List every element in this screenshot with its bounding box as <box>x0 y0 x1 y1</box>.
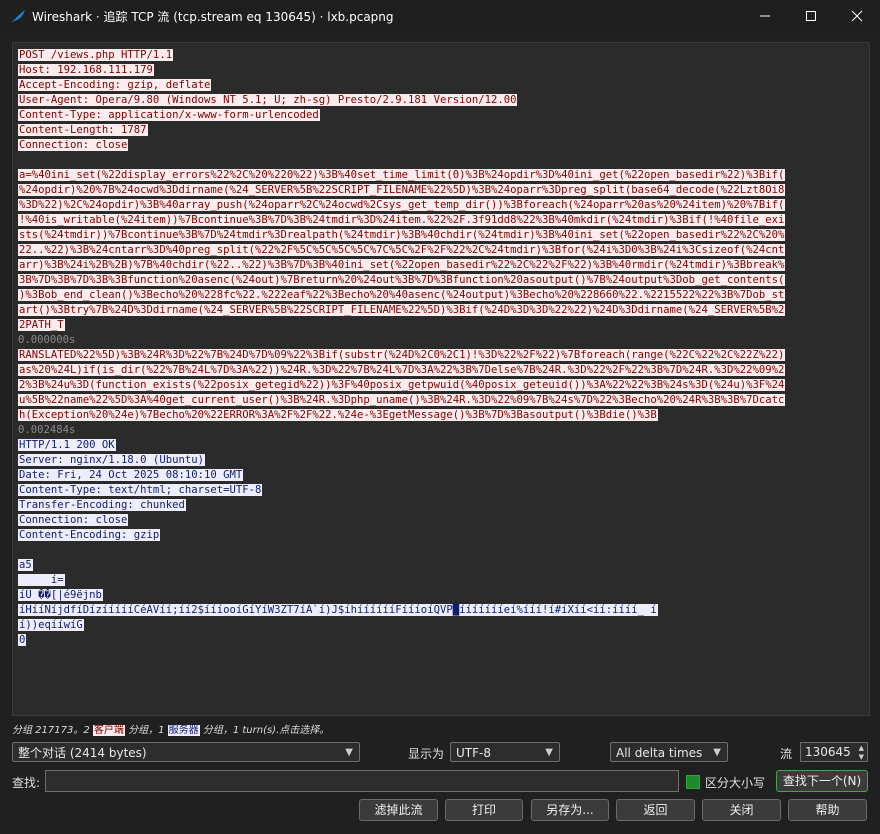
maximize-icon <box>805 10 817 22</box>
client-line: %24opdir)%20%7B%24ocwd%3Ddirname(%24_SER… <box>18 183 860 198</box>
conversation-select[interactable]: 整个对话 (2414 bytes) ▼ <box>12 742 360 762</box>
server-line: Content-Type: text/html; charset=UTF-8 <box>18 483 860 498</box>
find-label: 查找: <box>12 774 40 791</box>
client-line: as%20%24L)if(is_dir(%22%7B%24L%7D%3A%22)… <box>18 363 860 378</box>
print-button[interactable]: 打印 <box>445 799 523 821</box>
client-line: u%5B%22name%22%5D%3A%40get_current_user(… <box>18 393 860 408</box>
case-sensitive-checkbox[interactable] <box>686 775 700 789</box>
close-window-button[interactable] <box>834 0 880 32</box>
server-line: Content-Encoding: gzip <box>18 528 860 543</box>
find-input[interactable] <box>45 770 679 792</box>
show-as-select[interactable]: UTF-8 ▼ <box>450 742 560 762</box>
chevron-down-icon: ▼ <box>345 743 353 763</box>
help-button[interactable]: 帮助 <box>788 799 867 821</box>
filter-out-button[interactable]: 滤掉此流 <box>359 799 438 821</box>
server-line: a5 <box>18 558 860 573</box>
client-line: Content-Length: 1787 <box>18 123 860 138</box>
server-line: Date: Fri, 24 Oct 2025 08:10:10 GMT <box>18 468 860 483</box>
client-line: User-Agent: Opera/9.80 (Windows NT 5.1; … <box>18 93 860 108</box>
server-line: íÛ ��[|é9ëjnb <box>18 588 860 603</box>
chevron-down-icon: ▼ <box>545 743 553 763</box>
delta-times-select[interactable]: All delta times ▼ <box>610 742 728 762</box>
server-response-block: HTTP/1.1 200 OK Server: nginx/1.18.0 (Ubu… <box>18 438 860 543</box>
back-button[interactable]: 返回 <box>616 799 695 821</box>
server-line: í))eqííwíG <box>18 618 860 633</box>
client-line: arr)%3B%24i%2B%2B)%7B%40chdir(%22..%22)%… <box>18 258 860 273</box>
minimize-icon <box>759 10 771 22</box>
client-line: h(Exception%20%24e)%7Becho%20%22ERROR%3A… <box>18 408 860 423</box>
server-line: 0 <box>18 633 860 648</box>
client-line: Connection: close <box>18 138 860 153</box>
stream-lines: POST /views.php HTTP/1.1 Host: 192.168.11… <box>18 48 860 648</box>
server-tag[interactable]: 服务器 <box>168 725 200 736</box>
find-next-button[interactable]: 查找下一个(N) <box>776 770 868 792</box>
server-line: Server: nginx/1.18.0 (Ubuntu) <box>18 453 860 468</box>
spin-up-icon[interactable]: ▲ <box>859 744 864 752</box>
close-button[interactable]: 关闭 <box>702 799 781 821</box>
client-line: !%40is_writable(%24item))%7Bcontinue%3B%… <box>18 213 860 228</box>
show-as-label: 显示为 <box>408 745 444 762</box>
server-body-block: a5  í= íÛ ��[|é9ëjnb íHííNíjdfíDízíí… <box>18 558 860 648</box>
chevron-down-icon: ▼ <box>713 743 721 763</box>
client-line: 22..%22)%3B%24cntarr%3D%40preg_split(%22… <box>18 243 860 258</box>
client-line: Host: 192.168.111.179 <box>18 63 860 78</box>
server-line: Connection: close <box>18 513 860 528</box>
server-line:  í= <box>18 573 860 588</box>
stream-number-spinbox[interactable]: 130645 ▲ ▼ <box>800 742 868 762</box>
client-line: %3D%22)%2C%24opdir)%3B%40array_push(%24o… <box>18 198 860 213</box>
wireshark-fin-icon <box>10 8 26 24</box>
client-line: 2%3B%24u%3D(function_exists(%22posix_get… <box>18 378 860 393</box>
client-line: )%3Bob_end_clean()%3Becho%20%228fc%22.%2… <box>18 288 860 303</box>
client-line: RANSLATED%22%5D)%3B%24R%3D%22%7B%24D%7D%… <box>18 348 860 363</box>
client-line: 2PATH_T <box>18 318 860 333</box>
packet-summary: 分组 217173。2 客户端 分组，1 服务器 分组，1 turn(s).点击… <box>12 721 329 736</box>
client-body-block-2: RANSLATED%22%5D)%3B%24R%3D%22%7B%24D%7D%… <box>18 348 860 423</box>
client-line: Accept-Encoding: gzip, deflate <box>18 78 860 93</box>
title-bar: Wireshark · 追踪 TCP 流 (tcp.stream eq 1306… <box>0 0 880 32</box>
client-line: a=%40ini_set(%22display_errors%22%2C%20%… <box>18 168 860 183</box>
server-line: Transfer-Encoding: chunked <box>18 498 860 513</box>
server-line: íHííNíjdfíDízíííííCéÃVíí;íí2$íííooíG… <box>18 603 860 618</box>
maximize-button[interactable] <box>788 0 834 32</box>
spin-down-icon[interactable]: ▼ <box>859 753 864 761</box>
timestamp: 0.002484s <box>18 423 860 438</box>
case-sensitive-label: 区分大小写 <box>705 774 765 791</box>
server-line: HTTP/1.1 200 OK <box>18 438 860 453</box>
window-title: Wireshark · 追踪 TCP 流 (tcp.stream eq 1306… <box>32 8 394 25</box>
client-tag[interactable]: 客户端 <box>93 725 125 736</box>
client-body-block: a=%40ini_set(%22display_errors%22%2C%20%… <box>18 168 860 333</box>
close-icon <box>851 10 863 22</box>
stream-label: 流 <box>780 745 792 762</box>
minimize-button[interactable] <box>742 0 788 32</box>
stream-content-area[interactable]: POST /views.php HTTP/1.1 Host: 192.168.11… <box>12 42 870 716</box>
client-line: Content-Type: application/x-www-form-url… <box>18 108 860 123</box>
client-line: sts(%24tmdir))%7Bcontinue%3B%7D%24tmdir%… <box>18 228 860 243</box>
save-as-button[interactable]: 另存为... <box>531 799 609 821</box>
client-line: art()%3Btry%7B%24D%3Ddirname(%24_SERVER%… <box>18 303 860 318</box>
client-line: 3B%7D%3B%7D%3B%3Bfunction%20asenc(%24out… <box>18 273 860 288</box>
timestamp: 0.000000s <box>18 333 860 348</box>
client-line: POST /views.php HTTP/1.1 <box>18 48 860 63</box>
client-request-block: POST /views.php HTTP/1.1 Host: 192.168.11… <box>18 48 860 153</box>
